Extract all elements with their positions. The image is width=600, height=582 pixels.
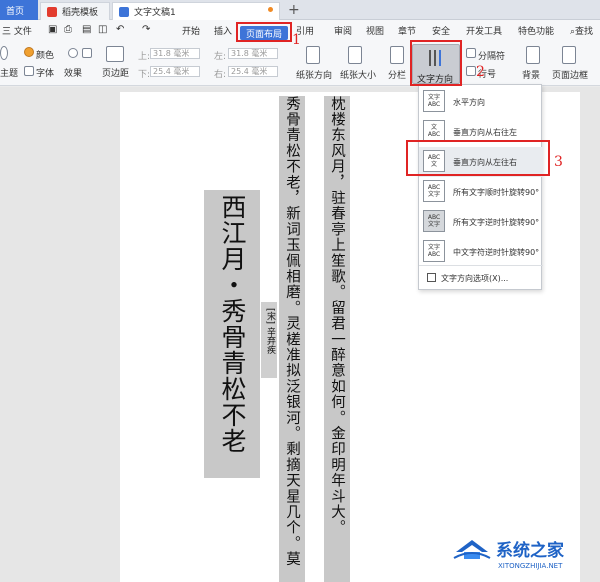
paper-size-button[interactable]: 纸张大小 [340, 68, 376, 81]
text-direction-options[interactable]: 文字方向选项(X)... [419, 269, 543, 287]
columns-button[interactable]: 分栏 [388, 68, 406, 81]
margin-right-value: 25.4 毫米 [231, 67, 268, 76]
margin-top-value: 31.8 毫米 [153, 49, 190, 58]
tab-home[interactable]: 首页 [0, 0, 38, 20]
option-rotate-ccw-label: 所有文字逆时针旋转90° [453, 218, 540, 227]
option-rotate-ccw[interactable]: ABC 文字 所有文字逆时针旋转90° [419, 207, 543, 237]
cjk-rotate-ccw-icon: 文字 ABC [423, 240, 445, 262]
margin-top-label: 上: [138, 52, 151, 62]
menu-security[interactable]: 安全 [432, 24, 450, 37]
poem-line-2[interactable]: 枕楼东风月，驻春亭上笙歌。留君一醉意如何。金印明年斗大。 [324, 96, 350, 582]
annotation-number-1: 1 [292, 32, 301, 48]
docer-logo-icon [47, 6, 57, 17]
page-border-button[interactable]: 页面边框 [552, 68, 588, 81]
background-icon [526, 46, 540, 64]
margin-right-input[interactable]: 25.4 毫米 [228, 66, 278, 77]
option-horizontal-label: 水平方向 [453, 98, 485, 107]
option-cjk-rotate-ccw[interactable]: 文字 ABC 中文字符逆时针旋转90° [419, 237, 543, 267]
menu-review[interactable]: 审阅 [334, 24, 352, 37]
margin-bottom-value: 25.4 毫米 [153, 67, 190, 76]
option-horizontal[interactable]: 文字 ABC 水平方向 [419, 87, 543, 117]
watermark-text: 系统之家 [496, 541, 564, 561]
paper-orientation-button[interactable]: 纸张方向 [296, 68, 332, 81]
page-margin-icon [106, 46, 124, 62]
annotation-number-2: 2 [476, 64, 485, 80]
poem-title[interactable]: 西江月・秀骨青松不老 [204, 190, 260, 478]
tab-templates[interactable]: 稻壳模板 [40, 2, 110, 20]
paper-orientation-icon [306, 46, 320, 64]
menu-developer[interactable]: 开发工具 [466, 24, 502, 37]
margin-left-input[interactable]: 31.8 毫米 [228, 48, 278, 59]
menu-section[interactable]: 章节 [398, 24, 416, 37]
print-preview-icon[interactable]: ◫ [98, 24, 107, 35]
tab-home-label: 首页 [6, 6, 25, 17]
writer-doc-icon [119, 6, 129, 17]
watermark-logo-icon [453, 540, 491, 559]
effect-gear-icon [68, 48, 78, 58]
color-button[interactable]: 颜色 [36, 48, 54, 61]
text-direction-options-label: 文字方向选项(X)... [441, 274, 509, 283]
export-pdf-icon[interactable]: ⎙ [64, 24, 72, 35]
menu-start[interactable]: 开始 [182, 24, 200, 37]
line-number-icon [466, 66, 476, 76]
tab-document[interactable]: 文字文稿1 [112, 2, 280, 20]
theme-label[interactable]: 主题 [0, 66, 18, 79]
option-cjk-rotate-ccw-label: 中文字符逆时针旋转90° [453, 248, 540, 257]
tab-document-label: 文字文稿1 [134, 8, 176, 18]
dropdown-divider [419, 265, 543, 266]
options-icon [427, 273, 436, 282]
columns-icon [390, 46, 404, 64]
option-rotate-cw-label: 所有文字顺时针旋转90° [453, 188, 540, 197]
horizontal-text-icon: 文字 ABC [423, 90, 445, 112]
unsaved-dot-icon [268, 7, 273, 12]
menu-view[interactable]: 视图 [366, 24, 384, 37]
annotation-box-1 [236, 22, 292, 42]
menu-special[interactable]: 特色功能 [518, 24, 554, 37]
new-tab-plus-icon[interactable]: + [288, 2, 300, 18]
tab-templates-label: 稻壳模板 [62, 8, 99, 18]
color-icon [24, 47, 34, 57]
watermark: 系统之家 XITONGZHIJIA.NET [452, 528, 596, 576]
menu-file[interactable]: 三 文件 [2, 24, 32, 37]
background-button[interactable]: 背景 [522, 68, 540, 81]
rotate-ccw-icon: ABC 文字 [423, 210, 445, 232]
redo-icon[interactable]: ↷ [142, 24, 150, 35]
effect-button[interactable]: 效果 [64, 66, 82, 79]
menu-search[interactable]: ⌕查找 [570, 24, 593, 37]
poem-author[interactable]: [宋] 辛弃疾 [261, 302, 277, 378]
font-button[interactable]: 字体 [36, 66, 54, 79]
page-border-icon [562, 46, 576, 64]
margin-right-label: 右: [214, 70, 227, 80]
tab-bar: 首页 稻壳模板 文字文稿1 + [0, 0, 600, 20]
margin-bottom-input[interactable]: 25.4 毫米 [150, 66, 200, 77]
poem-line-1[interactable]: 秀骨青松不老，新词玉佩相磨。灵槎准拟泛银河。剩摘天星几个。莫 [279, 96, 305, 582]
theme-icon[interactable] [0, 46, 8, 60]
font-icon [24, 66, 34, 76]
page-margin-button[interactable]: 页边距 [102, 66, 129, 79]
annotation-box-3 [406, 140, 550, 176]
separator-button[interactable]: 分隔符 [478, 49, 505, 62]
separator-icon [466, 48, 476, 58]
menu-insert[interactable]: 插入 [214, 24, 232, 37]
vertical-rtl-icon: 文 ABC [423, 120, 445, 142]
effect-grid-icon [82, 48, 92, 58]
margin-left-value: 31.8 毫米 [231, 49, 268, 58]
search-label: 查找 [575, 27, 594, 37]
watermark-url: XITONGZHIJIA.NET [498, 562, 563, 570]
margin-bottom-label: 下: [138, 70, 151, 80]
paper-size-icon [348, 46, 362, 64]
save-icon[interactable]: ▣ [48, 24, 57, 35]
annotation-box-2 [410, 40, 462, 86]
text-direction-dropdown: 文字 ABC 水平方向 文 ABC 垂直方向从右往左 ABC 文 垂直方向从左往右 A… [418, 84, 543, 290]
print-icon[interactable]: ▤ [82, 24, 91, 35]
annotation-number-3: 3 [554, 154, 563, 170]
undo-icon[interactable]: ↶ [116, 24, 124, 35]
rotate-cw-icon: ABC 文字 [423, 180, 445, 202]
option-vertical-rtl-label: 垂直方向从右往左 [453, 128, 517, 137]
margin-left-label: 左: [214, 52, 227, 62]
margin-top-input[interactable]: 31.8 毫米 [150, 48, 200, 59]
option-rotate-cw[interactable]: ABC 文字 所有文字顺时针旋转90° [419, 177, 543, 207]
